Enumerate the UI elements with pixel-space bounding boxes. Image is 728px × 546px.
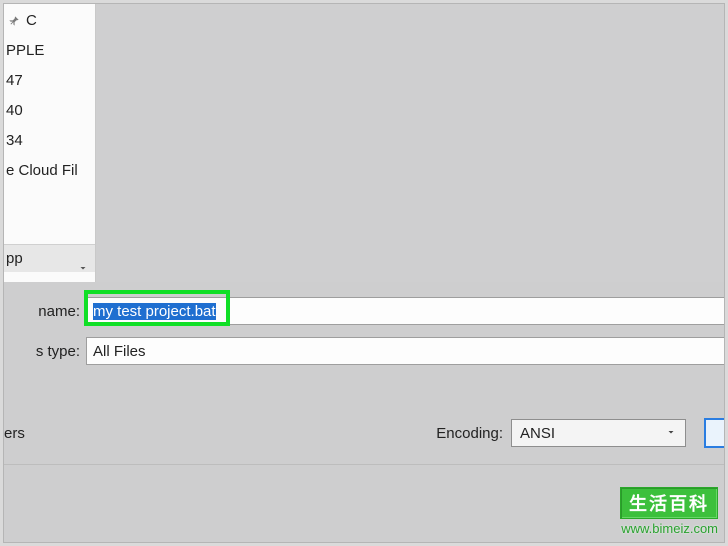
save-type-row: s type: All Files (4, 334, 724, 368)
file-name-field[interactable] (86, 297, 724, 325)
nav-item[interactable]: 47 (4, 66, 95, 96)
chevron-down-icon (665, 425, 677, 442)
save-form: name: s type: All Files (4, 294, 724, 374)
nav-item[interactable]: 34 (4, 126, 95, 156)
nav-item-label: pp (6, 245, 23, 273)
chevron-down-icon[interactable] (75, 260, 91, 276)
dialog-bottom-row: ers Encoding: ANSI (4, 414, 724, 452)
save-type-select[interactable]: All Files (86, 337, 724, 365)
encoding-label: Encoding: (436, 425, 503, 442)
nav-item-label: 34 (6, 126, 23, 156)
file-name-row: name: (4, 294, 724, 328)
divider (4, 464, 724, 465)
nav-item-label: PPLE (6, 36, 44, 66)
file-name-input[interactable] (93, 303, 718, 320)
navigation-tree[interactable]: C PPLE 47 40 34 e Cloud Fil pp (4, 4, 96, 282)
encoding-value: ANSI (520, 425, 555, 442)
nav-item[interactable]: C (4, 6, 95, 36)
pin-icon (6, 13, 22, 29)
nav-item-label: 47 (6, 66, 23, 96)
nav-item-label: 40 (6, 96, 23, 126)
encoding-select[interactable]: ANSI (511, 419, 686, 447)
hide-folders-label[interactable]: ers (4, 425, 32, 442)
nav-item-label: C (26, 6, 37, 36)
nav-item[interactable]: PPLE (4, 36, 95, 66)
file-name-label: name: (4, 303, 86, 320)
save-type-value: All Files (93, 343, 146, 360)
nav-item-label: e Cloud Fil (6, 156, 78, 186)
watermark: 生活百科 www.bimeiz.com (620, 487, 718, 536)
watermark-title: 生活百科 (620, 487, 718, 519)
watermark-url: www.bimeiz.com (620, 521, 718, 536)
file-list-pane[interactable] (96, 4, 724, 282)
nav-item[interactable]: e Cloud Fil (4, 156, 95, 186)
nav-item[interactable]: 40 (4, 96, 95, 126)
save-button[interactable] (704, 418, 724, 448)
save-type-label: s type: (4, 343, 86, 360)
